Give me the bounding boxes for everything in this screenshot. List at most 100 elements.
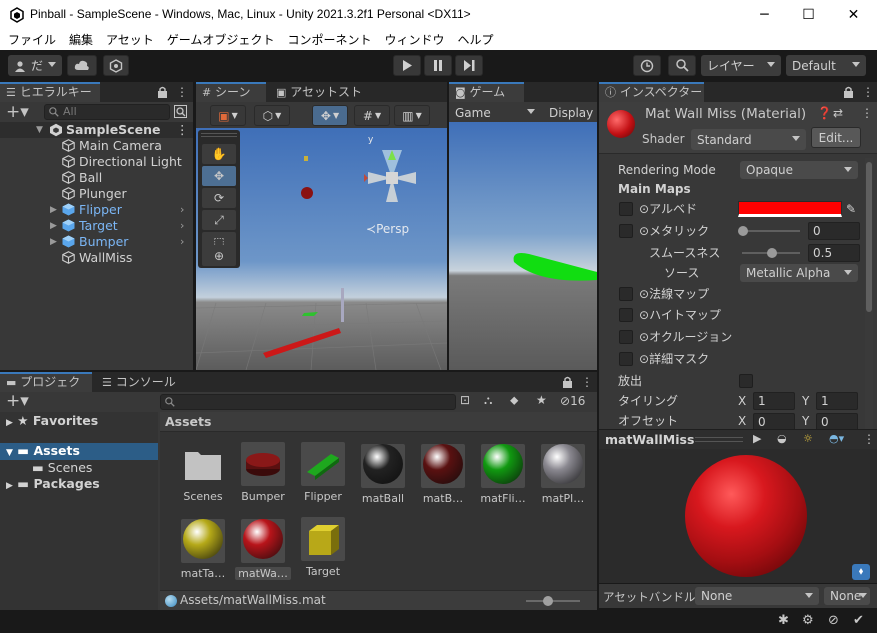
metallic-texture-slot[interactable] bbox=[619, 224, 633, 238]
edit-shader-button[interactable]: Edit... bbox=[811, 127, 861, 148]
hierarchy-item[interactable]: ▶ › Target bbox=[0, 218, 193, 234]
asset-item[interactable]: Scenes bbox=[175, 442, 231, 503]
add-object-button[interactable]: +▾ bbox=[6, 102, 29, 122]
light-icon[interactable]: ☼ bbox=[803, 432, 813, 445]
asset-item[interactable]: Target bbox=[295, 517, 351, 578]
history-button[interactable] bbox=[633, 55, 661, 76]
minimize-button[interactable]: ─ bbox=[742, 0, 787, 30]
hand-tool-button[interactable]: ✋ bbox=[202, 144, 236, 164]
create-asset-button[interactable]: +▾ bbox=[6, 391, 29, 411]
hierarchy-scene-row[interactable]: ▼ SampleScene ⋮ bbox=[0, 122, 193, 138]
smoothness-slider-thumb[interactable] bbox=[767, 248, 777, 258]
hierarchy-item[interactable]: Main Camera bbox=[0, 138, 193, 154]
tools-drag-handle[interactable] bbox=[201, 133, 237, 137]
tab-hierarchy[interactable]: ☰ ヒエラルキー bbox=[0, 82, 100, 102]
menu-help[interactable]: ヘルプ bbox=[457, 30, 493, 50]
favorite-star-icon[interactable]: ★ bbox=[536, 393, 547, 407]
layout-dropdown[interactable]: Default bbox=[786, 55, 866, 76]
height-map-slot[interactable] bbox=[619, 308, 633, 322]
material-preview[interactable]: ⬧ bbox=[599, 449, 877, 583]
debug-off-icon[interactable]: ⊘ bbox=[828, 613, 839, 628]
hierarchy-item[interactable]: ▶ › Flipper bbox=[0, 202, 193, 218]
project-menu-icon[interactable]: ⋮ bbox=[581, 375, 593, 389]
chevron-right-icon[interactable]: › bbox=[180, 218, 184, 234]
maximize-button[interactable]: ☐ bbox=[786, 0, 831, 30]
chevron-right-icon[interactable]: › bbox=[180, 234, 184, 250]
albedo-color-field[interactable] bbox=[738, 201, 842, 217]
hidden-packages-toggle[interactable]: ⊘16 bbox=[560, 394, 585, 408]
asset-item[interactable]: matB… bbox=[415, 442, 471, 505]
menu-file[interactable]: ファイル bbox=[8, 30, 56, 50]
asset-item[interactable]: matBall bbox=[355, 442, 411, 505]
display-dropdown[interactable]: Display bbox=[543, 102, 597, 123]
menu-component[interactable]: コンポーネント bbox=[287, 30, 371, 50]
draw-mode-dropdown[interactable]: ▣ ▼ bbox=[210, 105, 246, 126]
lock-icon[interactable] bbox=[157, 86, 168, 98]
shading-dropdown[interactable]: ⬡ ▼ bbox=[254, 105, 290, 126]
tab-game[interactable]: ◙ ゲーム bbox=[449, 82, 524, 102]
account-dropdown[interactable]: だ bbox=[8, 55, 62, 76]
packages-folder-item[interactable]: ▶ ▬ Packages bbox=[6, 476, 100, 491]
help-icon[interactable]: ❓ bbox=[817, 106, 832, 120]
metallic-value-field[interactable]: 0 bbox=[808, 222, 860, 240]
offset-x-field[interactable]: 0 bbox=[753, 413, 795, 429]
metallic-slider-track[interactable] bbox=[742, 230, 800, 232]
eyedropper-icon[interactable]: ✎ bbox=[846, 199, 856, 219]
source-dropdown[interactable]: Metallic Alpha bbox=[740, 264, 858, 282]
preview-menu-icon[interactable]: ⋮ bbox=[863, 432, 875, 446]
normal-map-slot[interactable] bbox=[619, 287, 633, 301]
assets-folder-item[interactable]: ▼ ▬ Assets bbox=[0, 443, 158, 460]
preview-resize-handle[interactable] bbox=[695, 437, 743, 442]
pause-button[interactable] bbox=[424, 55, 452, 76]
icon-size-slider-thumb[interactable] bbox=[543, 596, 553, 606]
tiling-x-field[interactable]: 1 bbox=[753, 392, 795, 410]
tab-asset-store[interactable]: ▣ アセットストア bbox=[270, 82, 370, 120]
chevron-right-icon[interactable]: › bbox=[180, 202, 184, 218]
smoothness-value-field[interactable]: 0.5 bbox=[808, 244, 860, 262]
metallic-slider-thumb[interactable] bbox=[738, 226, 748, 236]
close-button[interactable]: ✕ bbox=[831, 0, 876, 30]
layers-dropdown[interactable]: レイヤー bbox=[701, 55, 781, 76]
preset-icon[interactable]: ⇄ bbox=[833, 106, 843, 120]
component-menu-icon[interactable]: ⋮ bbox=[861, 106, 873, 120]
scene-menu-icon[interactable]: ⋮ bbox=[176, 122, 189, 138]
lock-icon[interactable] bbox=[843, 86, 854, 98]
tab-console[interactable]: ☰ コンソール bbox=[96, 372, 176, 392]
check-icon[interactable]: ✔ bbox=[853, 613, 864, 628]
grid-snap-dropdown[interactable]: # ▼ bbox=[354, 105, 390, 126]
asset-item[interactable]: matTa… bbox=[175, 517, 231, 580]
inspector-scrollbar[interactable] bbox=[865, 158, 873, 430]
lock-icon[interactable] bbox=[562, 376, 573, 388]
favorites-item[interactable]: ▶ ★ Favorites bbox=[6, 413, 98, 428]
menu-assets[interactable]: アセット bbox=[106, 30, 154, 50]
asset-item[interactable]: matPl… bbox=[535, 442, 591, 505]
game-mode-dropdown[interactable]: Game bbox=[449, 102, 541, 123]
expand-arrow-icon[interactable]: ▶ bbox=[50, 202, 57, 218]
offset-y-field[interactable]: 0 bbox=[816, 413, 858, 429]
filter-type-icon[interactable]: ⛬ bbox=[484, 393, 492, 408]
tab-inspector[interactable]: ⓘ インスペクター bbox=[599, 82, 704, 102]
hierarchy-item[interactable]: Plunger bbox=[0, 186, 193, 202]
preview-mesh-icon[interactable]: ◓▾ bbox=[829, 432, 844, 445]
detail-mask-slot[interactable] bbox=[619, 352, 633, 366]
play-button[interactable] bbox=[393, 55, 421, 76]
expand-arrow-icon[interactable]: ▼ bbox=[36, 122, 43, 138]
preview-sphere-icon[interactable]: ◒ bbox=[777, 432, 787, 445]
menu-edit[interactable]: 編集 bbox=[69, 30, 93, 50]
hierarchy-item[interactable]: Directional Light bbox=[0, 154, 193, 170]
project-search-input[interactable] bbox=[160, 394, 456, 410]
hierarchy-search-input[interactable]: All bbox=[44, 104, 170, 120]
search-button[interactable] bbox=[668, 55, 696, 76]
collab-button[interactable] bbox=[103, 55, 129, 76]
network-icon[interactable]: ⚙ bbox=[802, 613, 814, 628]
transform-tool-button[interactable]: ⊕ bbox=[202, 246, 236, 266]
hierarchy-item[interactable]: Ball bbox=[0, 170, 193, 186]
shader-dropdown[interactable]: Standard bbox=[691, 129, 806, 150]
game-viewport[interactable] bbox=[449, 122, 597, 370]
scenes-folder-item[interactable]: ▬ Scenes bbox=[32, 460, 92, 475]
move-tool-button[interactable]: ✥ bbox=[202, 166, 236, 186]
asset-item[interactable]: Bumper bbox=[235, 442, 291, 503]
tag-icon[interactable]: ⬧ bbox=[852, 564, 870, 580]
expand-arrow-icon[interactable]: ▶ bbox=[50, 218, 57, 234]
menu-window[interactable]: ウィンドウ bbox=[384, 30, 444, 50]
